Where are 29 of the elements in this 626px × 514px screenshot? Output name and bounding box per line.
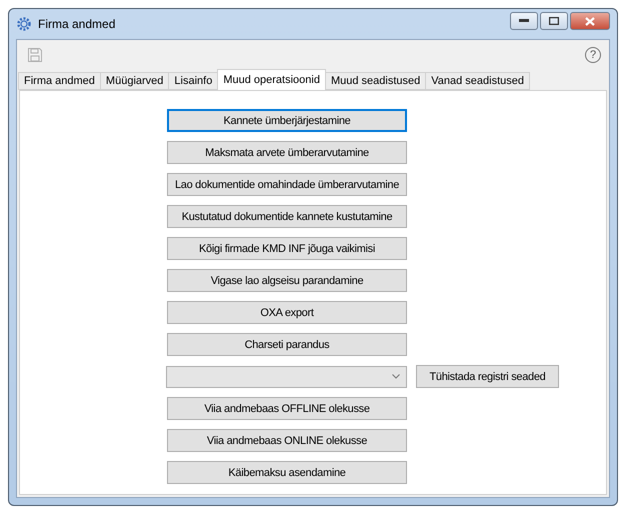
close-button[interactable] (570, 12, 610, 30)
action-button[interactable]: Viia andmebaas ONLINE olekusse (167, 429, 407, 452)
reset-button[interactable]: Tühistada registri seaded (416, 365, 559, 388)
action-button[interactable]: Viia andmebaas OFFLINE olekusse (167, 397, 407, 420)
window-title: Firma andmed (38, 17, 116, 31)
action-button[interactable]: OXA export (167, 301, 407, 324)
action-button[interactable]: Kannete ümberjärjestamine (167, 109, 407, 132)
tab[interactable]: Muud operatsioonid (217, 69, 326, 90)
action-button[interactable]: Kustutatud dokumentide kannete kustutamine (167, 205, 407, 228)
chevron-down-icon (392, 374, 400, 379)
gear-icon (16, 16, 32, 32)
action-button[interactable]: Lao dokumentide omahindade ümberarvutamine (167, 173, 407, 196)
action-button[interactable]: Charseti parandus (167, 333, 407, 356)
action-button[interactable]: Maksmata arvete ümberarvutamine (167, 141, 407, 164)
tab[interactable]: Muud seadistused (324, 72, 426, 90)
minimize-icon (519, 19, 529, 23)
dropdown-field[interactable] (166, 366, 407, 388)
maximize-icon (549, 17, 559, 25)
maximize-button[interactable] (540, 12, 568, 30)
minimize-button[interactable] (510, 12, 538, 30)
help-button[interactable]: ? (585, 46, 601, 62)
close-icon (585, 16, 595, 26)
action-button[interactable]: Kõigi firmade KMD INF jõuga vaikimisi (167, 237, 407, 260)
tab[interactable]: Müügiarved (100, 72, 170, 90)
tab[interactable]: Vanad seadistused (425, 72, 530, 90)
tab[interactable]: Firma andmed (18, 72, 101, 90)
action-button[interactable]: Käibemaksu asendamine (167, 461, 407, 484)
tab[interactable]: Lisainfo (168, 72, 218, 90)
action-button[interactable]: Vigase lao algseisu parandamine (167, 269, 407, 292)
